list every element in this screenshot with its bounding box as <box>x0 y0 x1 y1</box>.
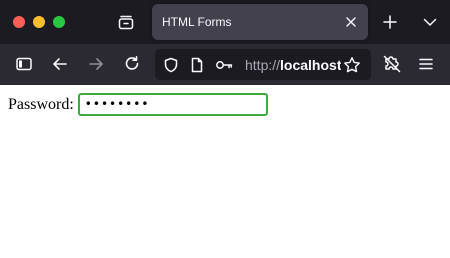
sidebar-icon <box>16 57 32 71</box>
arrow-left-icon <box>53 58 67 70</box>
page-content: Password: •••••••• <box>0 85 450 258</box>
url-text[interactable]: http://localhost <box>245 56 341 74</box>
address-bar[interactable]: http://localhost <box>155 49 371 80</box>
forward-button[interactable] <box>84 52 108 76</box>
application-menu-button[interactable] <box>414 52 438 76</box>
extensions-button[interactable] <box>380 52 404 76</box>
key-icon <box>216 61 233 69</box>
password-input[interactable]: •••••••• <box>77 93 268 116</box>
minimize-window-button[interactable] <box>33 16 45 28</box>
arrow-right-icon <box>89 58 103 70</box>
navigation-toolbar: http://localhost <box>0 44 450 85</box>
hamburger-icon <box>419 58 433 70</box>
star-icon <box>344 57 360 73</box>
site-info-button[interactable] <box>188 56 206 74</box>
sidebar-button[interactable] <box>12 52 36 76</box>
url-host: localhost <box>280 57 341 73</box>
reload-icon <box>125 56 139 70</box>
close-window-button[interactable] <box>13 16 25 28</box>
tab-strip: HTML Forms <box>0 0 450 44</box>
list-all-tabs-button[interactable] <box>418 10 442 34</box>
shield-icon <box>164 57 178 73</box>
password-label: Password: <box>8 95 74 113</box>
tabs-list-icon <box>118 15 134 30</box>
tab-html-forms[interactable]: HTML Forms <box>152 4 368 40</box>
tabs-list-button[interactable] <box>114 10 138 34</box>
reload-button[interactable] <box>120 52 144 76</box>
close-icon <box>346 17 356 27</box>
password-form-row: Password: •••••••• <box>8 93 268 116</box>
tab-title: HTML Forms <box>162 15 232 29</box>
plus-icon <box>383 15 397 29</box>
back-button[interactable] <box>48 52 72 76</box>
bookmark-button[interactable] <box>343 56 361 74</box>
tab-close-button[interactable] <box>344 15 358 29</box>
chevron-down-icon <box>423 18 437 26</box>
maximize-window-button[interactable] <box>53 16 65 28</box>
puzzle-icon <box>383 55 401 73</box>
tracking-protection-button[interactable] <box>162 56 180 74</box>
url-scheme: http:// <box>245 57 281 73</box>
saved-logins-button[interactable] <box>215 56 233 74</box>
new-tab-button[interactable] <box>378 10 402 34</box>
browser-window: HTML Forms http://localhost Password: ••… <box>0 0 450 258</box>
page-icon <box>191 57 203 73</box>
